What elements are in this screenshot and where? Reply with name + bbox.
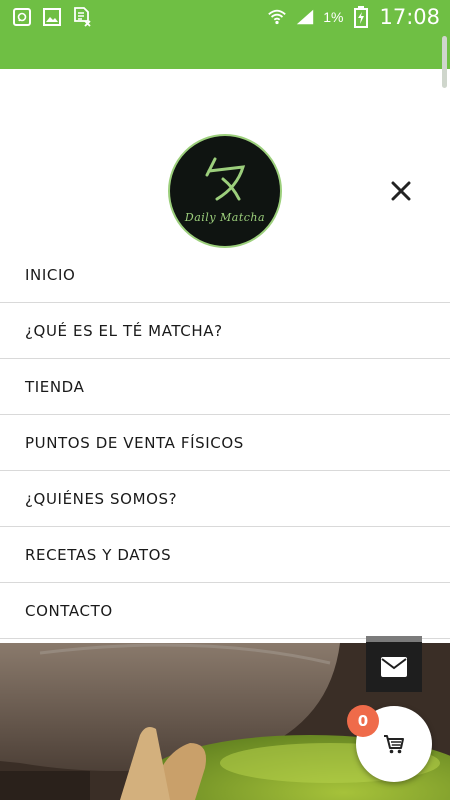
- menu-item-contacto[interactable]: CONTACTO: [0, 583, 450, 639]
- cart-count-badge: 0: [347, 705, 379, 737]
- header-band: [0, 34, 450, 69]
- logo-text: Daily Matcha: [184, 210, 266, 224]
- document-x-icon: [72, 7, 92, 27]
- status-right-icons: 1% 17:08: [267, 5, 440, 29]
- status-time: 17:08: [379, 5, 440, 29]
- battery-percent: 1%: [323, 9, 344, 25]
- cart-icon: [384, 735, 404, 754]
- menu-item-que-es-te-matcha[interactable]: ¿QUÉ ES EL TÉ MATCHA?: [0, 303, 450, 359]
- close-menu-button[interactable]: [388, 178, 414, 204]
- page-scrollbar[interactable]: [442, 36, 447, 88]
- status-bar: 1% 17:08: [0, 0, 450, 34]
- main-menu: INICIO ¿QUÉ ES EL TÉ MATCHA? TIENDA PUNT…: [0, 247, 450, 639]
- battery-charging-icon: [351, 6, 371, 28]
- status-left-icons: [12, 7, 92, 27]
- gallery-icon: [42, 7, 62, 27]
- matcha-logo-symbol: [205, 157, 246, 200]
- menu-item-recetas-y-datos[interactable]: RECETAS Y DATOS: [0, 527, 450, 583]
- signal-icon: [295, 7, 315, 27]
- email-button[interactable]: [366, 636, 422, 692]
- menu-item-puntos-de-venta[interactable]: PUNTOS DE VENTA FÍSICOS: [0, 415, 450, 471]
- menu-item-inicio[interactable]: INICIO: [0, 247, 450, 303]
- wifi-icon: [267, 7, 287, 27]
- menu-item-quienes-somos[interactable]: ¿QUIÉNES SOMOS?: [0, 471, 450, 527]
- envelope-icon: [381, 657, 407, 677]
- chat-notification-icon: [12, 7, 32, 27]
- menu-item-tienda[interactable]: TIENDA: [0, 359, 450, 415]
- close-icon: [391, 181, 411, 201]
- daily-matcha-logo[interactable]: Daily Matcha: [168, 134, 282, 248]
